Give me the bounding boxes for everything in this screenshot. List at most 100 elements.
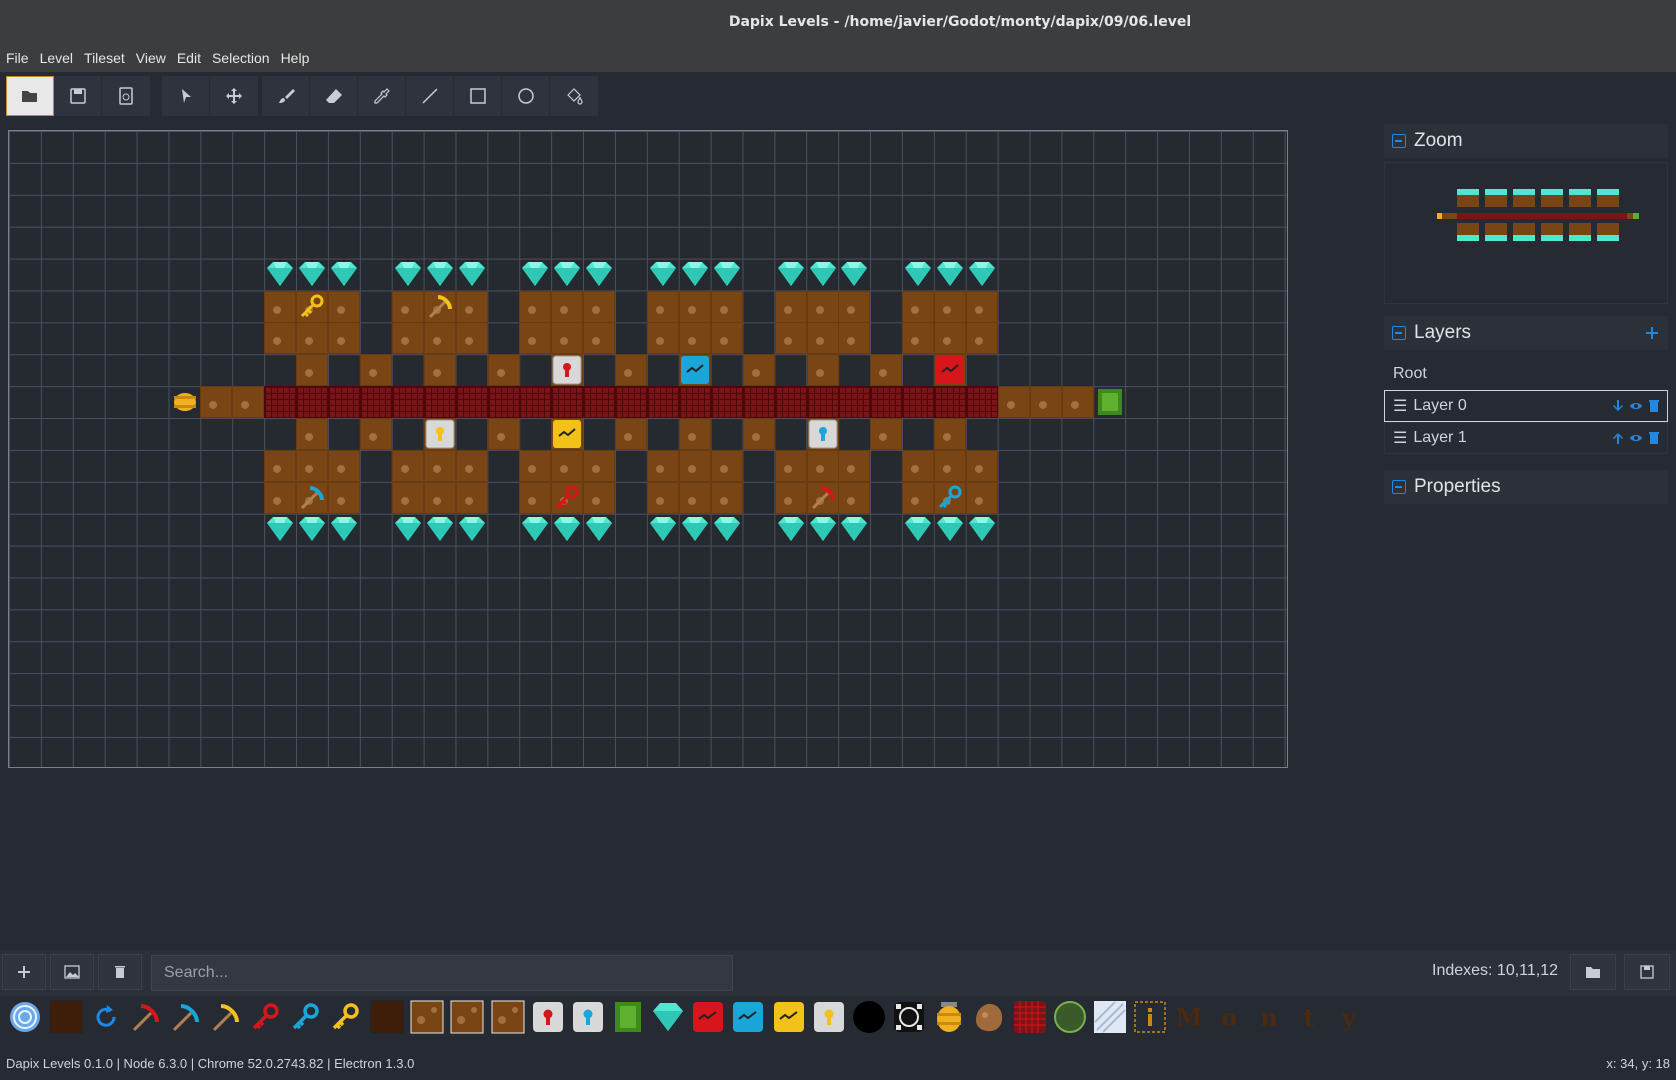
delete-tile-button[interactable] bbox=[98, 954, 142, 990]
line-tool-button[interactable] bbox=[406, 76, 454, 116]
move-tool-button[interactable] bbox=[210, 76, 258, 116]
minimap-dirt bbox=[1513, 223, 1535, 235]
palette-tile[interactable] bbox=[167, 998, 205, 1036]
collapse-icon[interactable] bbox=[1392, 134, 1406, 148]
palette-tile[interactable] bbox=[529, 998, 567, 1036]
dirt-tile bbox=[678, 481, 711, 514]
menu-selection[interactable]: Selection bbox=[212, 50, 270, 66]
palette-tile[interactable] bbox=[47, 998, 85, 1036]
dark-dirt-icon bbox=[49, 1000, 83, 1034]
collapse-icon[interactable] bbox=[1392, 480, 1406, 494]
drag-handle-icon[interactable]: ☰ bbox=[1393, 428, 1407, 448]
layer-1-row[interactable]: ☰ Layer 1 bbox=[1384, 422, 1668, 454]
visibility-eye-icon[interactable] bbox=[1629, 431, 1643, 445]
palette-tile[interactable] bbox=[1091, 998, 1129, 1036]
layers-header[interactable]: Layers bbox=[1384, 316, 1668, 350]
palette-tile[interactable] bbox=[770, 998, 808, 1036]
palette-tile[interactable] bbox=[1051, 998, 1089, 1036]
diamond-tile bbox=[807, 259, 839, 291]
palette-letter-tile[interactable]: o bbox=[1210, 998, 1248, 1036]
menu-edit[interactable]: Edit bbox=[177, 50, 201, 66]
drag-handle-icon[interactable]: ☰ bbox=[1393, 396, 1407, 416]
palette-tile[interactable] bbox=[368, 998, 406, 1036]
minimap-diamonds bbox=[1541, 189, 1563, 195]
menu-file[interactable]: File bbox=[6, 50, 29, 66]
palette-tile[interactable] bbox=[609, 998, 647, 1036]
palette-tile[interactable] bbox=[327, 998, 365, 1036]
palette-tile[interactable] bbox=[890, 998, 928, 1036]
save-button[interactable] bbox=[54, 76, 102, 116]
pointer-tool-button[interactable] bbox=[162, 76, 210, 116]
menu-view[interactable]: View bbox=[136, 50, 166, 66]
delete-layer-icon[interactable] bbox=[1647, 399, 1661, 413]
palette-tile[interactable] bbox=[930, 998, 968, 1036]
palette-tile[interactable] bbox=[127, 998, 165, 1036]
palette-tile[interactable] bbox=[489, 998, 527, 1036]
palette-tile[interactable] bbox=[649, 998, 687, 1036]
brush-tool-button[interactable] bbox=[262, 76, 310, 116]
dirt-tile bbox=[296, 450, 329, 482]
add-layer-icon[interactable] bbox=[1644, 325, 1660, 341]
palette-tile[interactable] bbox=[287, 998, 325, 1036]
palette-tile[interactable] bbox=[729, 998, 767, 1036]
fill-tool-button[interactable] bbox=[550, 76, 598, 116]
dirt-tile bbox=[264, 290, 297, 323]
add-image-button[interactable] bbox=[50, 954, 94, 990]
red-lock-icon bbox=[533, 1002, 563, 1032]
diamond-tile bbox=[807, 514, 839, 546]
layer-0-row[interactable]: ☰ Layer 0 bbox=[1384, 390, 1668, 422]
circle-tool-button[interactable] bbox=[502, 76, 550, 116]
dirt-tile bbox=[423, 450, 456, 482]
palette-tile[interactable] bbox=[850, 998, 888, 1036]
palette-tile[interactable] bbox=[970, 998, 1008, 1036]
palette-letter-tile[interactable]: t bbox=[1290, 998, 1328, 1036]
palette-tile[interactable] bbox=[810, 998, 848, 1036]
palette-tile[interactable] bbox=[448, 998, 486, 1036]
save-tileset-button[interactable] bbox=[1624, 954, 1670, 990]
open-tileset-button[interactable] bbox=[1570, 954, 1616, 990]
palette-letter-tile[interactable]: n bbox=[1250, 998, 1288, 1036]
palette-tile[interactable] bbox=[1011, 998, 1049, 1036]
search-input[interactable] bbox=[151, 955, 733, 991]
dirt-tile bbox=[551, 322, 584, 355]
blue-door-icon bbox=[733, 1002, 763, 1032]
palette-letter-tile[interactable]: M bbox=[1170, 998, 1208, 1036]
level-canvas[interactable] bbox=[8, 130, 1288, 768]
palette-tile[interactable] bbox=[689, 998, 727, 1036]
menu-tileset[interactable]: Tileset bbox=[84, 50, 125, 66]
move-up-icon[interactable] bbox=[1611, 431, 1625, 445]
diamond-tile bbox=[966, 259, 998, 291]
properties-header[interactable]: Properties bbox=[1384, 470, 1668, 504]
layer-root[interactable]: Root bbox=[1384, 358, 1668, 390]
eraser-tool-button[interactable] bbox=[310, 76, 358, 116]
palette-letter-tile[interactable]: y bbox=[1330, 998, 1368, 1036]
zoom-minimap[interactable] bbox=[1384, 162, 1668, 304]
add-tile-button[interactable] bbox=[2, 954, 46, 990]
yellow-pickaxe-icon bbox=[212, 1004, 239, 1032]
eyedropper-tool-button[interactable] bbox=[358, 76, 406, 116]
visibility-eye-icon[interactable] bbox=[1629, 399, 1643, 413]
dirt-tile bbox=[200, 386, 233, 419]
line-icon bbox=[421, 88, 438, 104]
palette-tile[interactable] bbox=[247, 998, 285, 1036]
palette-tile[interactable] bbox=[207, 998, 245, 1036]
menu-help[interactable]: Help bbox=[281, 50, 310, 66]
menu-level[interactable]: Level bbox=[40, 50, 73, 66]
palette-tile[interactable] bbox=[1131, 998, 1169, 1036]
palette-tile[interactable] bbox=[569, 998, 607, 1036]
dirt-tile bbox=[710, 322, 743, 355]
move-down-icon[interactable] bbox=[1611, 399, 1625, 413]
dirt-icon bbox=[410, 1000, 444, 1034]
palette-tile[interactable] bbox=[408, 998, 446, 1036]
start-barrel-tile bbox=[169, 386, 201, 418]
open-button[interactable] bbox=[6, 76, 54, 116]
palette-tile[interactable] bbox=[87, 998, 125, 1036]
dirt-icon bbox=[491, 1000, 525, 1034]
collapse-icon[interactable] bbox=[1392, 326, 1406, 340]
dirt-tile bbox=[583, 481, 616, 514]
zoom-header[interactable]: Zoom bbox=[1384, 124, 1668, 158]
save-as-button[interactable] bbox=[102, 76, 150, 116]
palette-tile[interactable] bbox=[6, 998, 44, 1036]
rectangle-tool-button[interactable] bbox=[454, 76, 502, 116]
delete-layer-icon[interactable] bbox=[1647, 431, 1661, 445]
